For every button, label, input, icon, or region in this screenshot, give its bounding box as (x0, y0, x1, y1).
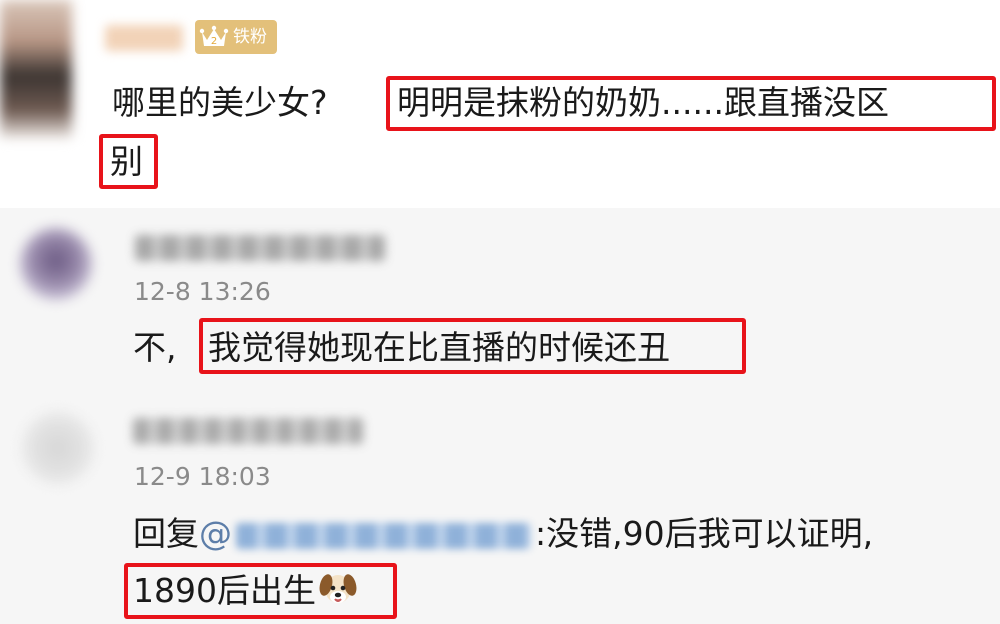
main-comment: 2 铁粉 哪里的美少女? 明明是抹粉的奶奶......跟直播没区 别 (0, 0, 1000, 208)
comment-text-prefix: 哪里的美少女? (112, 83, 328, 122)
mention-at: @ (199, 514, 232, 553)
reply-highlight-text: 1890后出生 (133, 571, 316, 610)
reply-timestamp: 12-8 13:26 (134, 277, 271, 306)
avatar[interactable] (0, 0, 72, 138)
fan-badge-label: 铁粉 (233, 27, 267, 47)
reply-text-line: 回复@ :没错,90后我可以证明, (133, 511, 873, 557)
username-blurred[interactable] (135, 235, 385, 261)
comment-highlight-line2: 别 (110, 142, 143, 181)
username-blurred[interactable] (105, 25, 183, 51)
username-blurred[interactable] (133, 418, 363, 444)
mention-username-blurred (236, 522, 531, 549)
reply-text-after-mention: :没错,90后我可以证明, (535, 514, 874, 553)
avatar[interactable] (22, 412, 94, 484)
avatar[interactable] (20, 228, 92, 300)
reply-highlight-line: 1890后出生 (133, 568, 358, 614)
svg-text:2: 2 (211, 36, 217, 47)
dog-face-icon (319, 574, 357, 603)
mention-link[interactable]: @ (199, 514, 535, 553)
crown-icon: 2 (199, 25, 229, 47)
reply-prefix: 回复 (133, 514, 199, 553)
comment-highlight-line1: 明明是抹粉的奶奶......跟直播没区 (397, 83, 889, 122)
fan-badge[interactable]: 2 铁粉 (195, 20, 277, 54)
reply-timestamp: 12-9 18:03 (134, 462, 271, 491)
reply-highlight-text: 我觉得她现在比直播的时候还丑 (208, 328, 670, 367)
reply-text-prefix: 不, (133, 328, 177, 367)
